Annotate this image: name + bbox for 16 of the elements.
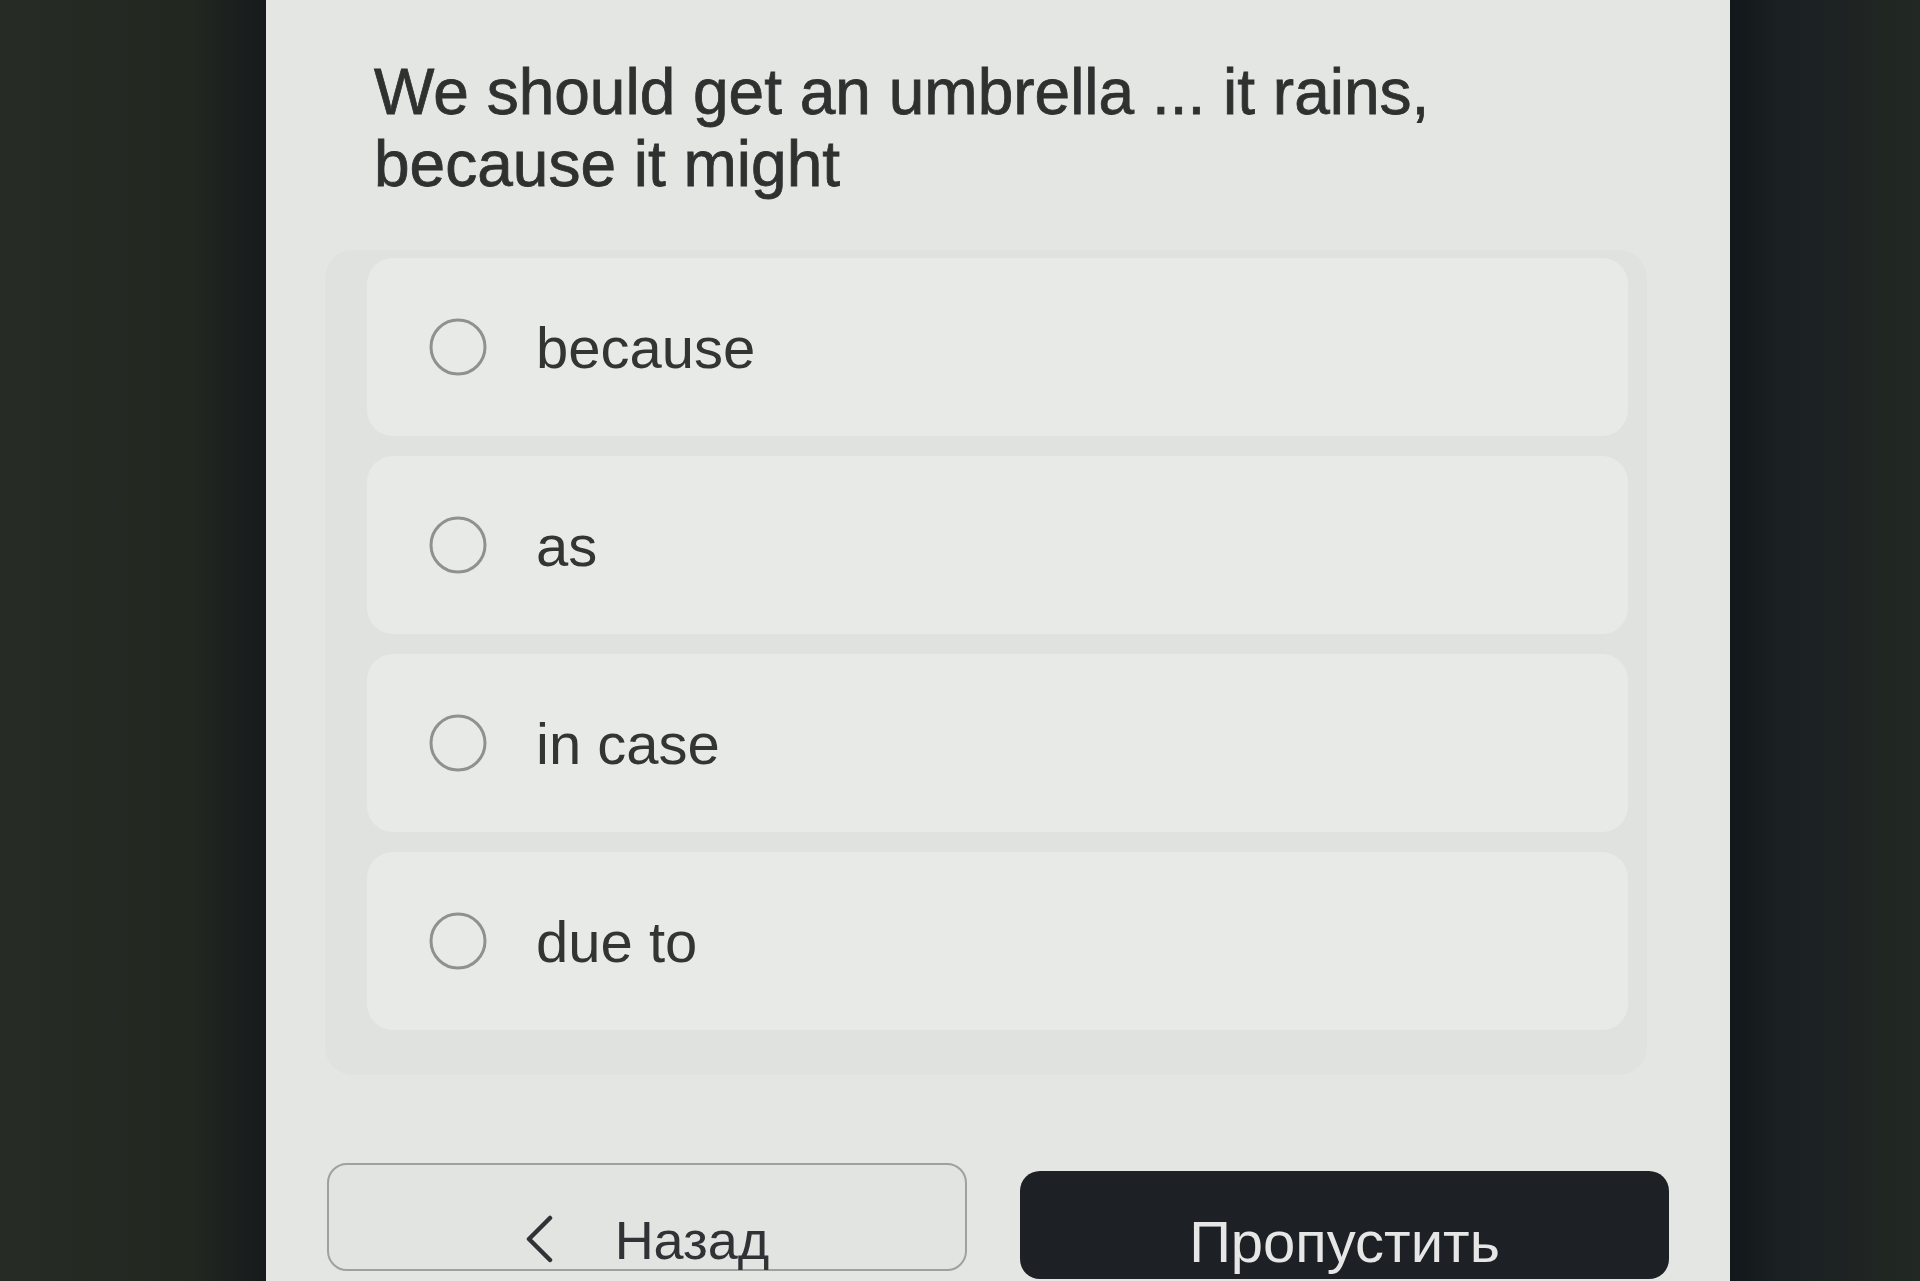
radio-button-icon[interactable] [429, 318, 487, 376]
question-text: We should get an umbrella ... it rains, because it might [374, 56, 1431, 200]
option-label: as [536, 511, 598, 579]
answer-option[interactable]: as [367, 456, 1628, 634]
radio-button-icon[interactable] [429, 912, 487, 970]
radio-button-icon[interactable] [429, 714, 487, 772]
radio-button-icon[interactable] [429, 516, 487, 574]
chevron-left-icon [524, 1215, 553, 1263]
option-label: due to [536, 907, 698, 975]
option-label: because [536, 313, 756, 381]
skip-button[interactable]: Пропустить [1020, 1171, 1669, 1279]
answer-option[interactable]: because [367, 258, 1628, 436]
answer-option[interactable]: in case [367, 654, 1628, 832]
back-button[interactable]: Назад [327, 1163, 967, 1271]
answer-option[interactable]: due to [367, 852, 1628, 1030]
option-label: in case [536, 709, 720, 777]
